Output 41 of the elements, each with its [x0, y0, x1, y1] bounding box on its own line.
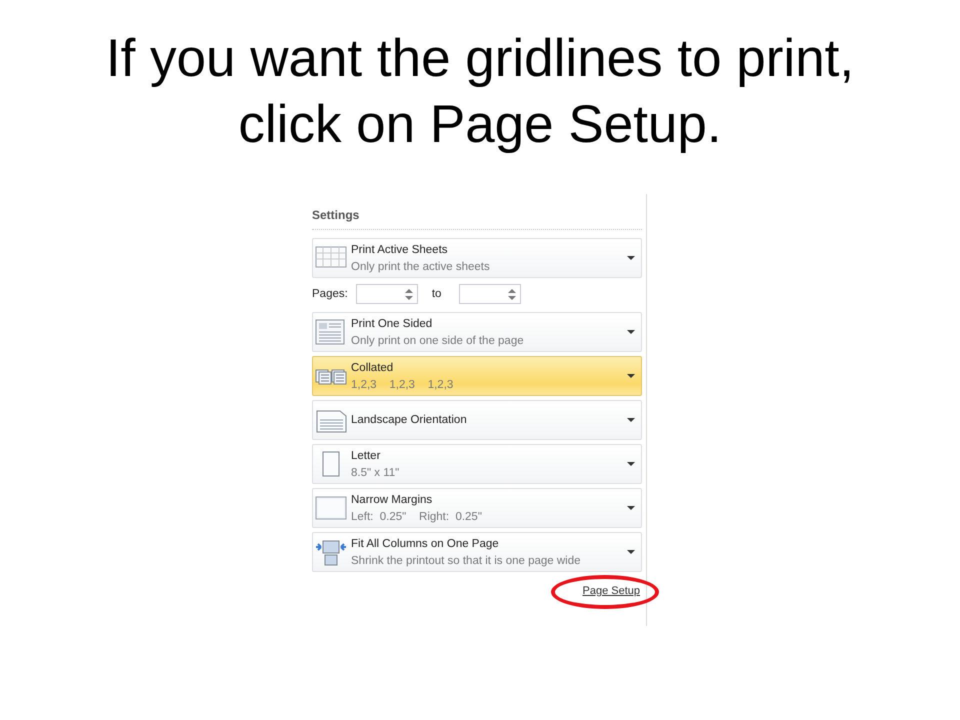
print-option-dropdown[interactable]: Print One Sided Only print on one side of the page: [312, 312, 642, 352]
spin-up-icon[interactable]: [404, 288, 413, 292]
option-description: 8.5" x 11": [351, 466, 400, 480]
option-title: Landscape Orientation: [351, 412, 468, 428]
option-title: Print One Sided: [351, 316, 434, 332]
print-option-dropdown[interactable]: Collated 1,2,3 1,2,3 1,2,3: [312, 356, 642, 396]
print-option-dropdown[interactable]: Print Active Sheets Only print the active sheets: [312, 238, 642, 278]
caret-icon: [627, 374, 635, 378]
option-description: Shrink the printout so that it is one page wide: [351, 554, 582, 568]
caret-icon: [627, 256, 635, 260]
page-setup-link[interactable]: Page Setup: [582, 585, 640, 597]
option-title: Collated: [351, 360, 394, 376]
fit-columns-icon: [315, 538, 347, 566]
settings-heading: Settings: [312, 208, 642, 230]
print-option-dropdown[interactable]: Letter 8.5" x 11": [312, 444, 642, 484]
caret-icon: [627, 506, 635, 510]
caret-icon: [627, 418, 635, 422]
option-description: Only print on one side of the page: [351, 334, 525, 348]
spin-down-icon[interactable]: [508, 296, 516, 300]
option-title: Fit All Columns on One Page: [351, 536, 500, 552]
print-option-dropdown[interactable]: Fit All Columns on One Page Shrink the printout so that it is one page wide: [312, 532, 642, 572]
print-option-dropdown[interactable]: Landscape Orientation: [312, 400, 642, 440]
spin-down-icon[interactable]: [404, 296, 413, 300]
pages-label: Pages:: [312, 288, 348, 300]
to-label: to: [432, 288, 442, 300]
document-icon: [315, 318, 347, 346]
option-title: Letter: [351, 448, 382, 464]
option-title: Print Active Sheets: [351, 242, 449, 258]
option-description: Left: 0.25" Right: 0.25": [351, 510, 483, 524]
caret-icon: [627, 330, 635, 334]
option-title: Narrow Margins: [351, 492, 434, 508]
caret-icon: [627, 462, 635, 466]
spin-up-icon[interactable]: [508, 288, 516, 292]
page-number-spinner[interactable]: [459, 284, 522, 304]
caret-icon: [627, 550, 635, 554]
option-description: 1,2,3 1,2,3 1,2,3: [351, 378, 454, 392]
margins-icon: [315, 494, 347, 522]
option-description: Only print the active sheets: [351, 260, 491, 274]
slide-title: If you want the gridlines to print, click on Page Setup.: [104, 28, 856, 156]
page-number-spinner[interactable]: [356, 284, 418, 304]
print-option-dropdown[interactable]: Narrow Margins Left: 0.25" Right: 0.25": [312, 488, 642, 528]
